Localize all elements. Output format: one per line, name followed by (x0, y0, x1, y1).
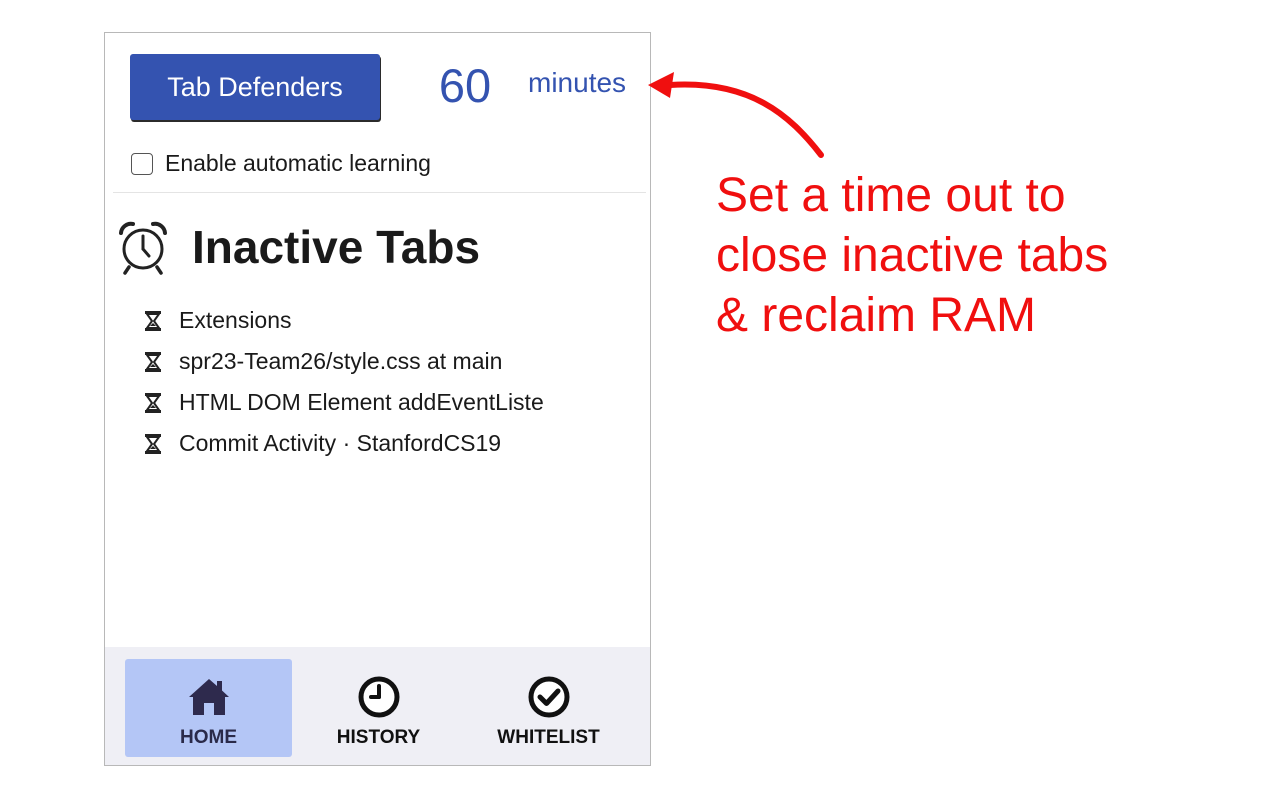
inactive-tab-list: Extensions spr23-Team26/style.css at mai… (143, 300, 544, 464)
check-circle-icon (528, 676, 569, 718)
extension-popup: Tab Defenders minutes Enable automatic l… (104, 32, 651, 766)
home-icon (188, 679, 229, 715)
clock-icon (358, 676, 399, 718)
hourglass-icon (145, 351, 161, 372)
tab-title: HTML DOM Element addEventListe (179, 389, 544, 415)
hourglass-icon (145, 310, 161, 331)
tab-title: Extensions (179, 307, 292, 333)
annotation-text: Set a time out to close inactive tabs & … (716, 166, 1236, 346)
alarm-clock-icon (119, 221, 167, 275)
inactive-tabs-header: Inactive Tabs (115, 219, 480, 275)
list-item[interactable]: Extensions (143, 300, 544, 341)
annotation-line: close inactive tabs (716, 229, 1109, 282)
timeout-unit-label: minutes (528, 67, 627, 98)
nav-label: HOME (180, 727, 237, 748)
nav-history[interactable]: HISTORY (295, 659, 462, 757)
timeout-minutes-input[interactable] (425, 55, 505, 115)
divider (113, 192, 646, 193)
annotation-line: Set a time out to (716, 169, 1066, 222)
tab-defenders-button[interactable]: Tab Defenders (130, 54, 380, 120)
annotation-line: & reclaim RAM (716, 289, 1037, 342)
section-title: Inactive Tabs (192, 221, 481, 273)
tab-title: spr23-Team26/style.css at main (179, 348, 503, 374)
list-item[interactable]: Commit Activity · StanfordCS19 (143, 423, 544, 464)
list-item[interactable]: HTML DOM Element addEventListe (143, 382, 544, 423)
auto-learning-row: Enable automatic learning (131, 150, 431, 177)
bottom-nav: HOME HISTORY WHITELIST (105, 647, 650, 765)
auto-learning-label: Enable automatic learning (165, 150, 431, 176)
auto-learning-checkbox[interactable] (131, 152, 153, 175)
nav-label: HISTORY (336, 727, 421, 748)
hourglass-icon (145, 433, 161, 454)
hourglass-icon (145, 392, 161, 413)
tab-title: Commit Activity · StanfordCS19 (179, 430, 502, 456)
list-item[interactable]: spr23-Team26/style.css at main (143, 341, 544, 382)
nav-whitelist[interactable]: WHITELIST (465, 659, 632, 757)
nav-home[interactable]: HOME (125, 659, 292, 757)
promo-screenshot: Tab Defenders minutes Enable automatic l… (0, 0, 1280, 800)
nav-label: WHITELIST (497, 727, 600, 748)
red-arrow-icon (648, 72, 824, 158)
